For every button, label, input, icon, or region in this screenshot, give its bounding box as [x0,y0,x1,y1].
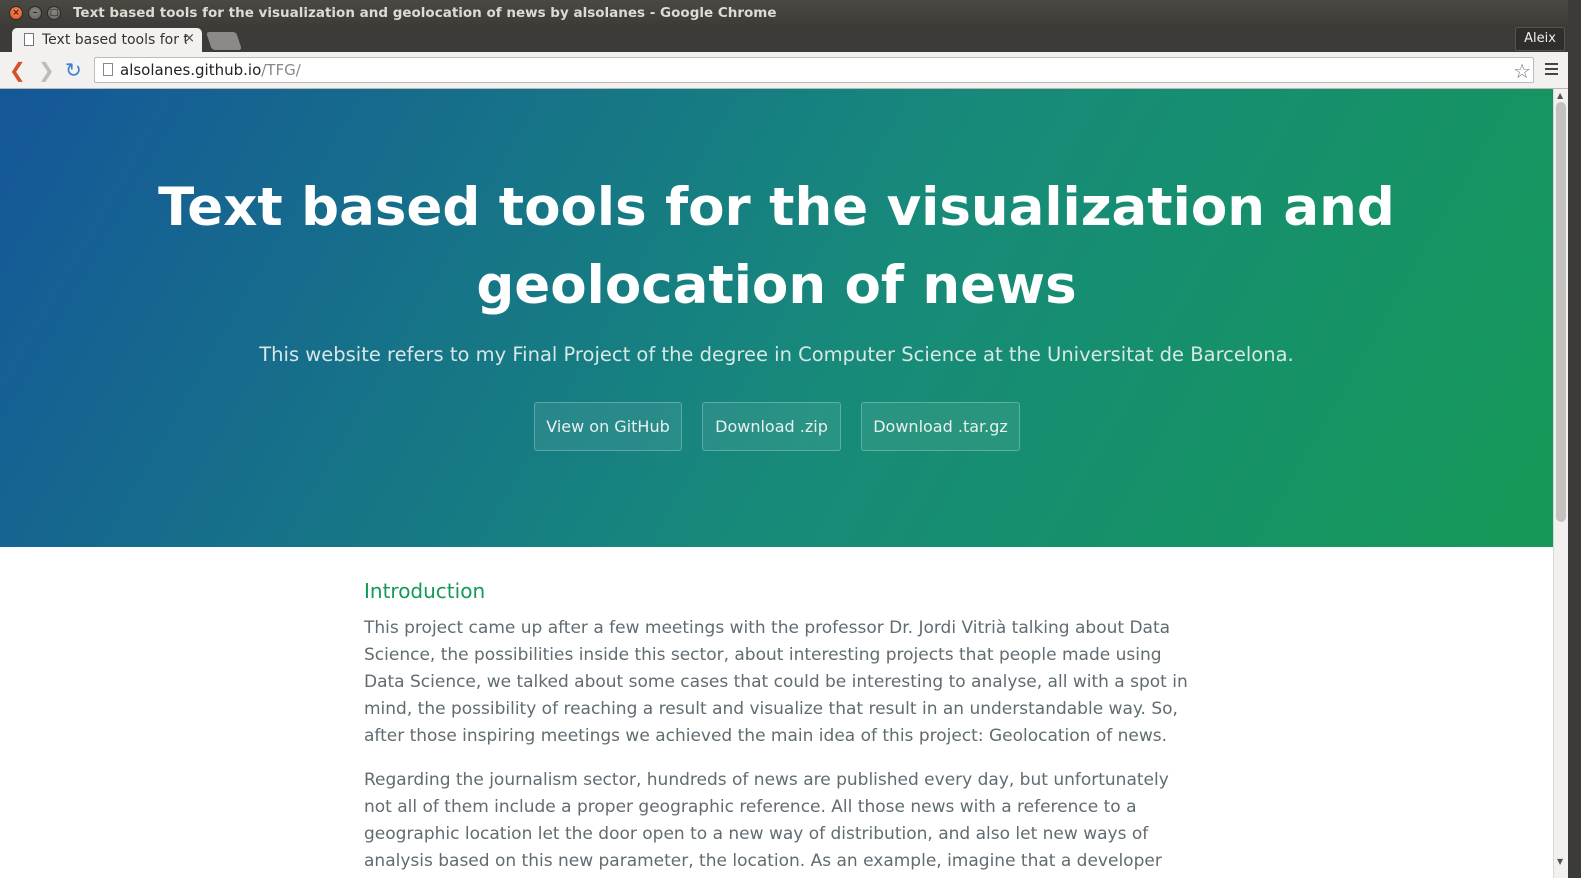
minimize-icon: – [32,8,38,18]
new-tab-button[interactable] [206,32,242,50]
profile-button[interactable]: Aleix [1515,27,1565,51]
main-content: Introduction This project came up after … [364,579,1194,871]
url-text[interactable]: alsolanes.github.io/TFG/ [120,61,301,79]
project-title: Text based tools for the visualization a… [0,169,1553,325]
window-minimize-button[interactable]: – [28,6,42,20]
window-close-button[interactable]: × [9,6,23,20]
section-heading: Introduction [364,579,486,603]
view-on-github-button[interactable]: View on GitHub [534,402,682,451]
intro-paragraph: This project came up after a few meeting… [364,618,1188,746]
project-title-line1: Text based tools for the visualization a… [158,177,1395,238]
page-scrollbar[interactable]: ▲ ▼ [1553,89,1568,878]
scrollbar-thumb[interactable] [1556,102,1566,522]
chrome-menu-icon[interactable] [1545,60,1558,78]
project-title-line2: geolocation of news [476,255,1077,316]
page-icon [24,33,34,46]
tab-label: Text based tools for the visualization a… [42,32,187,48]
browser-toolbar: ❮ ❯ ↻ alsolanes.github.io/TFG/ ☆ [0,52,1581,89]
maximize-icon: □ [49,8,59,18]
url-path: /TFG/ [261,61,301,79]
address-bar[interactable]: alsolanes.github.io/TFG/ ☆ [94,57,1534,83]
scroll-down-icon[interactable]: ▼ [1557,857,1563,866]
window-title: Text based tools for the visualization a… [73,5,777,21]
window-border [1568,0,1581,878]
tab-close-icon[interactable]: × [184,31,195,46]
forward-button[interactable]: ❯ [38,58,55,82]
close-icon: × [12,8,20,18]
back-button[interactable]: ❮ [9,58,26,82]
page-content: Text based tools for the visualization a… [0,89,1553,878]
download-tar-button[interactable]: Download .tar.gz [861,402,1020,451]
tab-strip: Text based tools for the visualization a… [0,27,1581,52]
intro-paragraph: Regarding the journalism sector, hundred… [364,770,1169,871]
reload-button[interactable]: ↻ [65,58,82,82]
page-icon [103,63,113,76]
browser-tab[interactable]: Text based tools for the visualization a… [12,28,202,52]
window-maximize-button[interactable]: □ [47,6,61,20]
bookmark-star-icon[interactable]: ☆ [1513,59,1531,83]
project-tagline: This website refers to my Final Project … [259,343,1294,366]
url-host: alsolanes.github.io [120,61,262,79]
scroll-up-icon[interactable]: ▲ [1557,91,1563,100]
page-header: Text based tools for the visualization a… [0,89,1553,547]
window-titlebar: × – □ Text based tools for the visualiza… [0,0,1581,27]
download-zip-button[interactable]: Download .zip [702,402,841,451]
